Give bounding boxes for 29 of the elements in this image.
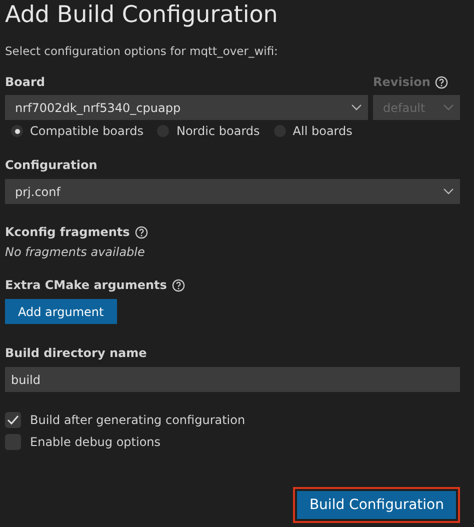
checkbox-label: Enable debug options <box>30 435 161 449</box>
subtitle: Select configuration options for mqtt_over_wifi: <box>5 44 279 58</box>
select-value: prj.conf <box>15 184 60 198</box>
dialog-title: Add Build Configuration <box>5 1 279 30</box>
field-label: Board <box>5 75 45 89</box>
chevron-down-icon <box>351 104 362 111</box>
help-icon[interactable] <box>134 226 148 238</box>
board-select[interactable]: nrf7002dk_nrf5340_cpuapp <box>5 95 368 120</box>
radio-label: All boards <box>292 124 352 138</box>
build-configuration-button[interactable]: Build Configuration <box>297 491 456 519</box>
configuration-select[interactable]: prj.conf <box>5 179 460 204</box>
field-label: Revision <box>373 75 430 89</box>
checkbox[interactable] <box>5 412 21 428</box>
checkbox[interactable] <box>5 434 21 450</box>
field-label: Configuration <box>5 158 98 172</box>
empty-message: No fragments available <box>5 245 146 259</box>
radio-label: Nordic boards <box>176 124 260 138</box>
field-label: Build directory name <box>5 346 147 360</box>
field-label: Extra CMake arguments <box>5 278 167 292</box>
chevron-down-icon <box>443 104 454 111</box>
radio-label: Compatible boards <box>30 124 144 138</box>
checkbox-label: Build after generating configuration <box>30 413 246 427</box>
add-argument-button[interactable]: Add argument <box>5 299 117 324</box>
field-label: Kconfig fragments <box>5 225 130 239</box>
radio-button[interactable] <box>11 125 23 137</box>
help-icon[interactable] <box>172 278 185 292</box>
build-directory-field[interactable]: build <box>5 367 460 392</box>
select-value: nrf7002dk_nrf5340_cpuapp <box>15 100 181 114</box>
chevron-down-icon <box>443 188 454 195</box>
